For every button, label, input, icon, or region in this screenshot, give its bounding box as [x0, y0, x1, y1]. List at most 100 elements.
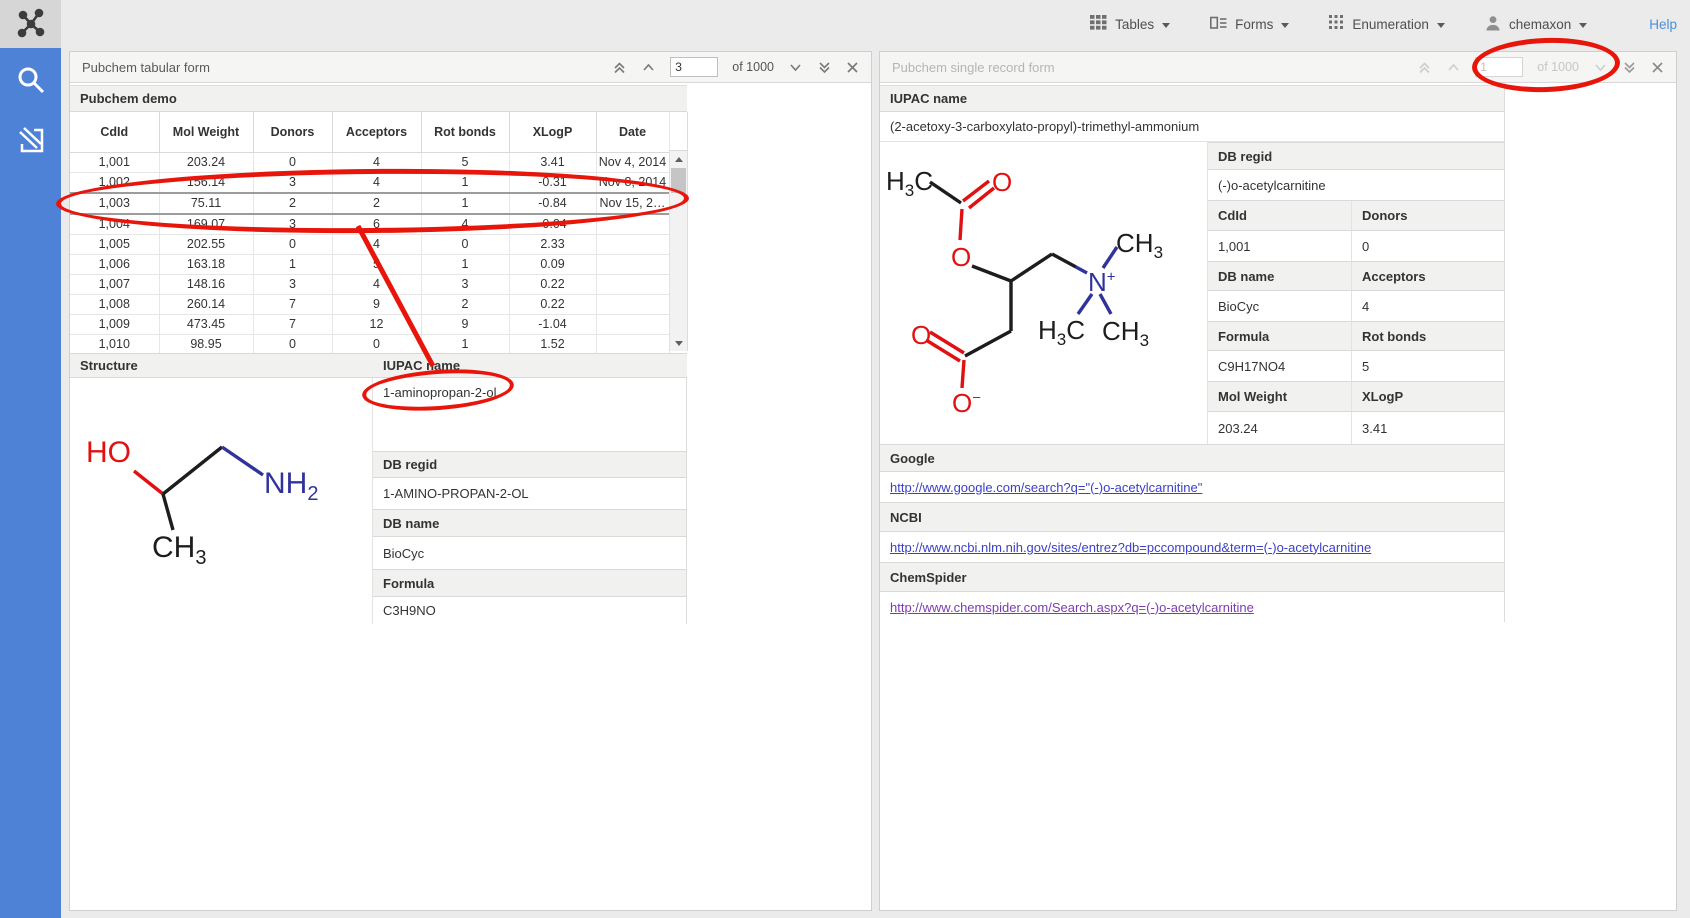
table-row[interactable]: 1,002156.14341-0.31Nov 8, 2014: [70, 173, 669, 194]
search-icon[interactable]: [0, 58, 61, 102]
table-cell: 7: [253, 295, 332, 315]
last-record-button[interactable]: [1622, 61, 1637, 74]
table-row[interactable]: 1,009473.457129-1.04: [70, 315, 669, 335]
links-section: Googlehttp://www.google.com/search?q="(-…: [880, 444, 1504, 622]
molecule-bonds: [70, 378, 373, 624]
table-cell: 1,010: [70, 335, 159, 355]
table-cell: [596, 275, 669, 295]
grid-header-row: FormulaRot bonds: [1208, 321, 1504, 351]
menu-label: chemaxon: [1509, 17, 1571, 32]
table-cell: 3.41: [509, 153, 596, 173]
marvin-live-app: Tables Forms: [0, 0, 1690, 918]
grid-header-right: Acceptors: [1352, 262, 1504, 290]
user-icon: [1485, 15, 1501, 34]
table-row[interactable]: 1,007148.163430.22: [70, 275, 669, 295]
column-header[interactable]: Acceptors: [332, 112, 421, 153]
table-cell: 1: [421, 335, 509, 355]
help-link[interactable]: Help: [1649, 17, 1677, 32]
close-panel-button[interactable]: [846, 61, 859, 74]
grid-header-row: Mol WeightXLogP: [1208, 381, 1504, 412]
grid-value-right: 3.41: [1352, 412, 1504, 444]
grid-header-row: CdIdDonors: [1208, 200, 1504, 231]
menu-enumeration[interactable]: Enumeration: [1329, 15, 1445, 33]
structure-viewer[interactable]: HO CH3 NH2: [70, 378, 373, 624]
record-grid: DB regid (-)o-acetylcarnitine CdIdDonors…: [1208, 142, 1504, 444]
table-cell: 0.09: [509, 255, 596, 275]
table-row[interactable]: 1,005202.550402.33: [70, 235, 669, 255]
atom-label-ch3-right: CH3: [1102, 318, 1149, 349]
table-cell: [596, 235, 669, 255]
grid-header-row: DB nameAcceptors: [1208, 261, 1504, 291]
iupac-name-value: (2-acetoxy-3-carboxylato-propyl)-trimeth…: [880, 112, 1504, 142]
first-record-button[interactable]: [612, 61, 627, 74]
column-header[interactable]: CdId: [70, 112, 159, 153]
table-cell: 98.95: [159, 335, 253, 355]
sidebar: [0, 0, 61, 918]
column-header[interactable]: XLogP: [509, 112, 596, 153]
table-cell: -1.04: [509, 315, 596, 335]
grid-header-left: DB name: [1208, 262, 1352, 290]
first-record-button[interactable]: [1417, 61, 1432, 74]
table-row[interactable]: 1,001203.240453.41Nov 4, 2014: [70, 153, 669, 173]
close-panel-button[interactable]: [1651, 61, 1664, 74]
scroll-down-button[interactable]: [670, 335, 687, 351]
table-cell: 4: [332, 153, 421, 173]
pubchem-table: CdIdMol WeightDonorsAcceptorsRot bondsXL…: [70, 112, 670, 355]
table-cell: -0.84: [509, 193, 596, 214]
record-pager: of 1000: [612, 57, 859, 77]
table-cell: 0.22: [509, 275, 596, 295]
table-cell: 1,003: [70, 193, 159, 214]
table-scrollbar[interactable]: [669, 151, 688, 351]
atom-label-ch3-top: CH3: [1116, 230, 1163, 261]
table-cell: [596, 335, 669, 355]
table-header-row: CdIdMol WeightDonorsAcceptorsRot bondsXL…: [70, 112, 669, 153]
menu-forms[interactable]: Forms: [1210, 16, 1289, 33]
record-number-input[interactable]: [1475, 57, 1523, 77]
table-row[interactable]: 1,01098.950011.52: [70, 335, 669, 355]
record-number-input[interactable]: [670, 57, 718, 77]
table-cell: 1,006: [70, 255, 159, 275]
table-row[interactable]: 1,006163.181510.09: [70, 255, 669, 275]
chemaxon-logo[interactable]: [0, 0, 61, 48]
previous-record-button[interactable]: [1446, 62, 1461, 72]
external-link-ncbi[interactable]: http://www.ncbi.nlm.nih.gov/sites/entrez…: [890, 540, 1371, 555]
next-record-button[interactable]: [1593, 62, 1608, 72]
previous-record-button[interactable]: [641, 62, 656, 72]
column-header[interactable]: Donors: [253, 112, 332, 153]
grid-value-left: 203.24: [1208, 412, 1352, 444]
table-cell: 5: [332, 255, 421, 275]
link-row: http://www.chemspider.com/Search.aspx?q=…: [880, 592, 1504, 622]
record-total-label: of 1000: [732, 60, 774, 74]
atom-label-o-ester: O: [951, 244, 971, 270]
table-cell: 5: [421, 153, 509, 173]
menu-label: Enumeration: [1352, 17, 1429, 32]
menu-user-chemaxon[interactable]: chemaxon: [1485, 15, 1587, 34]
menu-tables[interactable]: Tables: [1090, 15, 1170, 33]
column-header[interactable]: Mol Weight: [159, 112, 253, 153]
column-header[interactable]: Rot bonds: [421, 112, 509, 153]
table-row[interactable]: 1,004169.07364-0.04: [70, 214, 669, 235]
tables-icon: [1090, 15, 1107, 33]
table-cell: 4: [332, 235, 421, 255]
last-record-button[interactable]: [817, 61, 832, 74]
sketch-icon[interactable]: [0, 118, 61, 162]
next-record-button[interactable]: [788, 62, 803, 72]
table-row[interactable]: 1,008260.147920.22: [70, 295, 669, 315]
table-cell: [596, 295, 669, 315]
table-cell: 0: [332, 335, 421, 355]
atom-label-o-carboxyl: O: [911, 322, 931, 348]
table-cell: -0.04: [509, 214, 596, 235]
structure-viewer[interactable]: H3C O O N+ CH3 CH3 H3C O O−: [880, 142, 1208, 444]
scroll-up-button[interactable]: [670, 151, 687, 167]
scrollbar-thumb[interactable]: [671, 168, 686, 193]
panel-header: Pubchem tabular form of 1000: [70, 52, 871, 83]
table-cell: 4: [421, 214, 509, 235]
table-cell: 1,009: [70, 315, 159, 335]
pubchem-single-record-panel: Pubchem single record form of 1000: [879, 51, 1677, 911]
external-link-google[interactable]: http://www.google.com/search?q="(-)o-ace…: [890, 480, 1202, 495]
external-link-chemspider[interactable]: http://www.chemspider.com/Search.aspx?q=…: [890, 600, 1254, 615]
table-row[interactable]: 1,00375.11221-0.84Nov 15, 2…: [70, 193, 669, 214]
column-header[interactable]: Date: [596, 112, 669, 153]
table-cell: Nov 15, 2…: [596, 193, 669, 214]
panel-header: Pubchem single record form of 1000: [880, 52, 1676, 83]
